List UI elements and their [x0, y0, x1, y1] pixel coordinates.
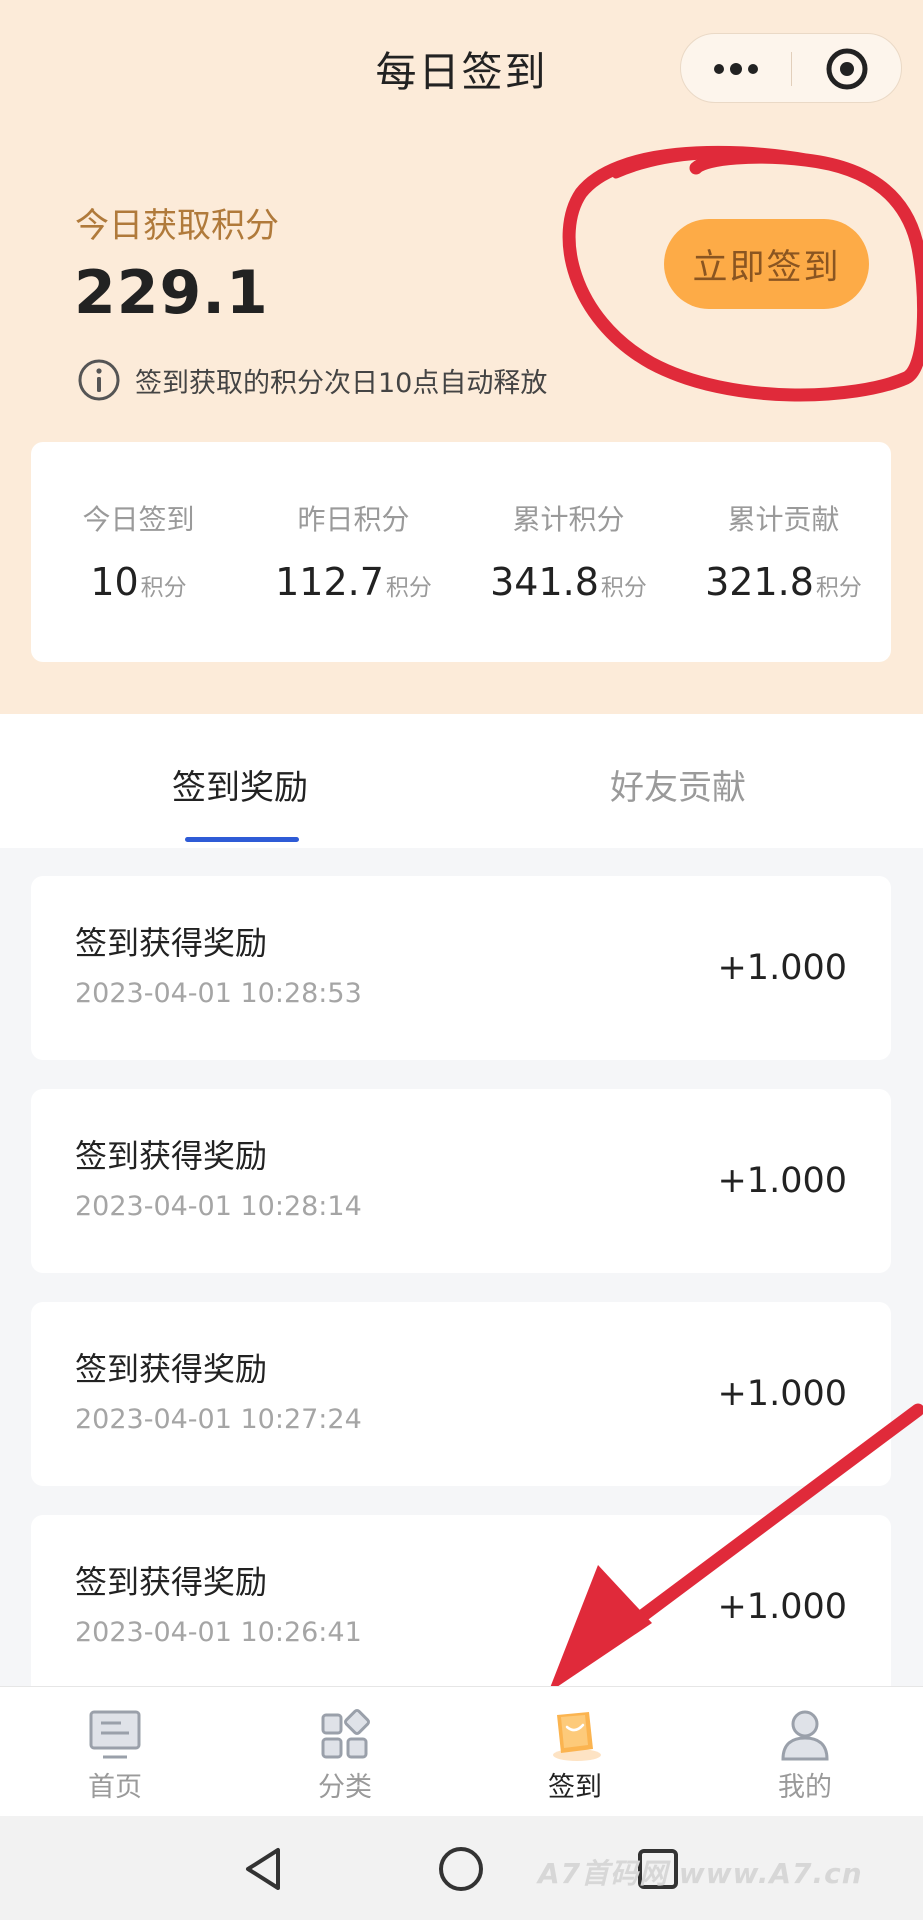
stat-label: 今日签到 — [82, 503, 195, 536]
user-icon — [781, 1710, 829, 1761]
nav-item-category[interactable]: 分类 — [230, 1687, 460, 1817]
stat-value: 112.7积分 — [246, 560, 461, 604]
nav-item-sign-in[interactable]: 签到 — [460, 1687, 690, 1817]
back-triangle-icon[interactable] — [240, 1844, 290, 1894]
stat-label: 累计贡献 — [727, 503, 840, 536]
red-circle-annotation — [562, 145, 923, 402]
record-title: 签到获得奖励 — [75, 1350, 268, 1388]
record-title: 签到获得奖励 — [75, 924, 268, 962]
stat-label: 累计积分 — [512, 503, 625, 536]
record-tabs: 签到奖励 好友贡献 — [0, 714, 923, 848]
release-info-text: 签到获取的积分次日10点自动释放 — [135, 367, 548, 399]
today-points-label: 今日获取积分 — [75, 206, 279, 246]
more-button[interactable] — [681, 34, 791, 104]
tab-sign-rewards[interactable]: 签到奖励 — [172, 760, 308, 809]
record-time: 2023-04-01 10:28:53 — [75, 978, 362, 1009]
stat-value: 10积分 — [31, 560, 246, 604]
nav-label: 签到 — [548, 1772, 602, 1803]
more-dots-icon — [714, 63, 758, 75]
today-points-value: 229.1 — [74, 258, 269, 328]
record-title: 签到获得奖励 — [75, 1563, 268, 1601]
record-time: 2023-04-01 10:27:24 — [75, 1404, 362, 1435]
stat-label: 昨日积分 — [297, 503, 410, 536]
record-time: 2023-04-01 10:28:14 — [75, 1191, 362, 1222]
stat-number: 321.8 — [705, 560, 814, 604]
stat-value: 321.8积分 — [676, 560, 891, 604]
target-circle-icon — [826, 48, 868, 90]
record-amount: +1.000 — [717, 948, 847, 988]
stat-unit: 积分 — [140, 575, 187, 601]
active-tab-indicator — [185, 837, 299, 842]
nav-item-home[interactable]: 首页 — [0, 1687, 230, 1817]
list-item[interactable]: 签到获得奖励 2023-04-01 10:28:53 +1.000 — [31, 876, 891, 1060]
header-area: 每日签到 今日获取积分 229.1 签到获取的积分次日10点自动释放 立即签到 — [0, 0, 923, 714]
nav-label: 首页 — [88, 1772, 142, 1803]
record-amount: +1.000 — [717, 1161, 847, 1201]
nav-item-mine[interactable]: 我的 — [690, 1687, 920, 1817]
bottom-tab-bar: 首页 分类 签到 我的 — [0, 1686, 923, 1816]
close-mini-program-button[interactable] — [792, 34, 902, 104]
info-icon — [78, 359, 120, 401]
red-arrow-annotation — [548, 1403, 923, 1693]
stat-value: 341.8积分 — [461, 560, 676, 604]
stat-number: 10 — [90, 560, 139, 604]
release-info: 签到获取的积分次日10点自动释放 — [77, 358, 547, 402]
watermark: A7首码网 www.A7.cn — [538, 1857, 863, 1890]
record-title: 签到获得奖励 — [75, 1137, 268, 1175]
stat-number: 112.7 — [275, 560, 384, 604]
stat-number: 341.8 — [490, 560, 599, 604]
grid-icon — [321, 1709, 370, 1759]
mini-program-capsule — [680, 33, 902, 103]
sign-in-icon — [553, 1712, 601, 1761]
nav-label: 我的 — [778, 1772, 832, 1803]
list-item[interactable]: 签到获得奖励 2023-04-01 10:28:14 +1.000 — [31, 1089, 891, 1273]
stat-unit: 积分 — [385, 575, 432, 601]
tab-friend-contribution[interactable]: 好友贡献 — [610, 760, 746, 809]
stat-unit: 积分 — [600, 575, 647, 601]
monitor-icon — [89, 1710, 141, 1759]
points-stats-card: 今日签到 10积分 昨日积分 112.7积分 累计积分 341.8积分 累计贡献… — [31, 442, 891, 662]
record-time: 2023-04-01 10:26:41 — [75, 1617, 362, 1648]
nav-label: 分类 — [318, 1772, 372, 1803]
stat-unit: 积分 — [815, 575, 862, 601]
home-circle-icon[interactable] — [436, 1844, 486, 1894]
